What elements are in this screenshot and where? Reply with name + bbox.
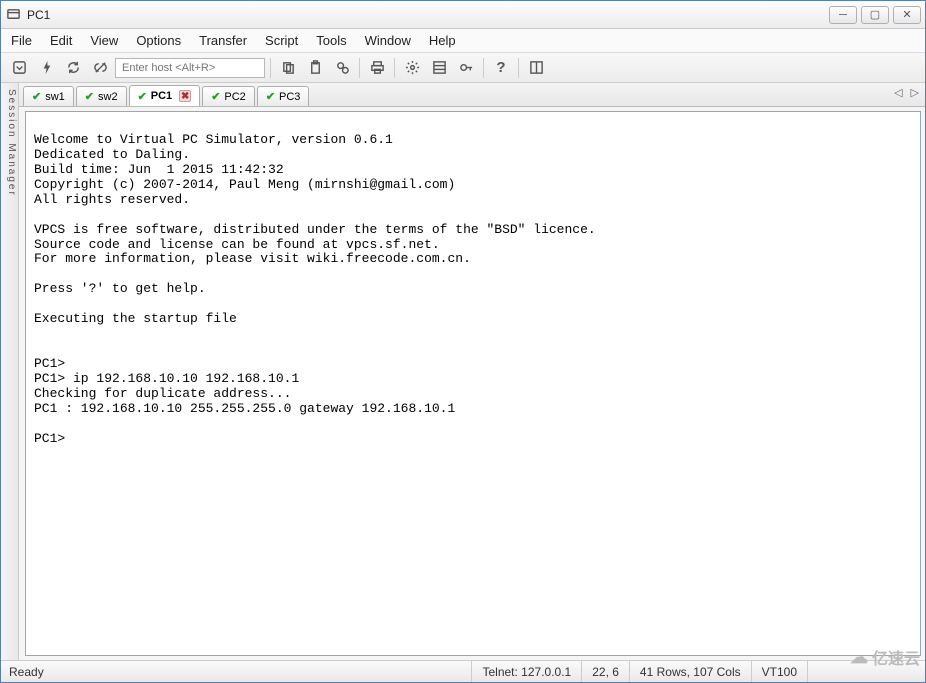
key-icon[interactable] xyxy=(454,57,478,79)
status-bar: Ready Telnet: 127.0.0.1 22, 6 41 Rows, 1… xyxy=(1,660,925,682)
content-column: ✔ sw1 ✔ sw2 ✔ PC1 ✖ ✔ PC2 ✔ PC3 ◁ ▷ Welcome to Vir… xyxy=(19,83,925,660)
menu-script[interactable]: Script xyxy=(265,33,298,48)
tab-label: PC1 xyxy=(151,90,172,102)
status-ready: Ready xyxy=(9,661,54,682)
check-icon: ✔ xyxy=(32,90,41,103)
tab-scroll-left-icon[interactable]: ◁ xyxy=(894,86,902,99)
tab-sw1[interactable]: ✔ sw1 xyxy=(23,86,74,106)
close-button[interactable]: ✕ xyxy=(893,6,921,24)
main-body: Session Manager ✔ sw1 ✔ sw2 ✔ PC1 ✖ ✔ PC2 ✔ PC3 ◁ … xyxy=(1,83,925,660)
session-dropdown-icon[interactable] xyxy=(7,57,31,79)
disconnect-icon[interactable] xyxy=(88,57,112,79)
menu-options[interactable]: Options xyxy=(136,33,181,48)
toolbar-separator xyxy=(483,58,484,78)
toolbar-separator xyxy=(394,58,395,78)
menu-tools[interactable]: Tools xyxy=(316,33,346,48)
check-icon: ✔ xyxy=(211,90,220,103)
toolbar: ? xyxy=(1,53,925,83)
maximize-button[interactable]: ▢ xyxy=(861,6,889,24)
tab-label: PC2 xyxy=(224,91,245,103)
menu-help[interactable]: Help xyxy=(429,33,456,48)
terminal[interactable]: Welcome to Virtual PC Simulator, version… xyxy=(25,111,921,656)
status-emulation: VT100 xyxy=(751,661,807,682)
status-dimensions: 41 Rows, 107 Cols xyxy=(629,661,751,682)
toggle-pane-icon[interactable] xyxy=(524,57,548,79)
window-title: PC1 xyxy=(27,8,829,22)
session-options-icon[interactable] xyxy=(427,57,451,79)
terminal-wrap: Welcome to Virtual PC Simulator, version… xyxy=(19,107,925,660)
status-cursor: 22, 6 xyxy=(581,661,629,682)
paste-icon[interactable] xyxy=(303,57,327,79)
toolbar-separator xyxy=(359,58,360,78)
check-icon: ✔ xyxy=(85,90,94,103)
host-input[interactable] xyxy=(115,58,265,78)
tab-PC2[interactable]: ✔ PC2 xyxy=(202,86,255,106)
app-icon xyxy=(5,7,21,23)
tab-label: sw1 xyxy=(45,91,65,103)
toolbar-separator xyxy=(270,58,271,78)
copy-icon[interactable] xyxy=(276,57,300,79)
tab-close-icon[interactable]: ✖ xyxy=(179,90,191,102)
find-icon[interactable] xyxy=(330,57,354,79)
reconnect-icon[interactable] xyxy=(61,57,85,79)
titlebar: PC1 ─ ▢ ✕ xyxy=(1,1,925,29)
tab-PC3[interactable]: ✔ PC3 xyxy=(257,86,310,106)
menu-view[interactable]: View xyxy=(90,33,118,48)
menubar: File Edit View Options Transfer Script T… xyxy=(1,29,925,53)
toolbar-separator xyxy=(518,58,519,78)
app-window: PC1 ─ ▢ ✕ File Edit View Options Transfe… xyxy=(0,0,926,683)
tab-scroll-arrows: ◁ ▷ xyxy=(894,86,919,99)
tab-PC1[interactable]: ✔ PC1 ✖ xyxy=(129,85,201,106)
quick-connect-icon[interactable] xyxy=(34,57,58,79)
tab-label: PC3 xyxy=(279,91,300,103)
check-icon: ✔ xyxy=(266,90,275,103)
check-icon: ✔ xyxy=(138,90,147,103)
settings-icon[interactable] xyxy=(400,57,424,79)
menu-transfer[interactable]: Transfer xyxy=(199,33,247,48)
help-icon[interactable]: ? xyxy=(489,57,513,79)
status-connection: Telnet: 127.0.0.1 xyxy=(471,661,581,682)
menu-file[interactable]: File xyxy=(11,33,32,48)
session-manager-panel[interactable]: Session Manager xyxy=(1,83,19,660)
menu-window[interactable]: Window xyxy=(365,33,411,48)
menu-edit[interactable]: Edit xyxy=(50,33,72,48)
minimize-button[interactable]: ─ xyxy=(829,6,857,24)
print-icon[interactable] xyxy=(365,57,389,79)
tab-sw2[interactable]: ✔ sw2 xyxy=(76,86,127,106)
tab-bar: ✔ sw1 ✔ sw2 ✔ PC1 ✖ ✔ PC2 ✔ PC3 ◁ ▷ xyxy=(19,83,925,107)
window-controls: ─ ▢ ✕ xyxy=(829,6,921,24)
tab-scroll-right-icon[interactable]: ▷ xyxy=(911,86,919,99)
tab-label: sw2 xyxy=(98,91,118,103)
status-empty xyxy=(807,661,917,682)
